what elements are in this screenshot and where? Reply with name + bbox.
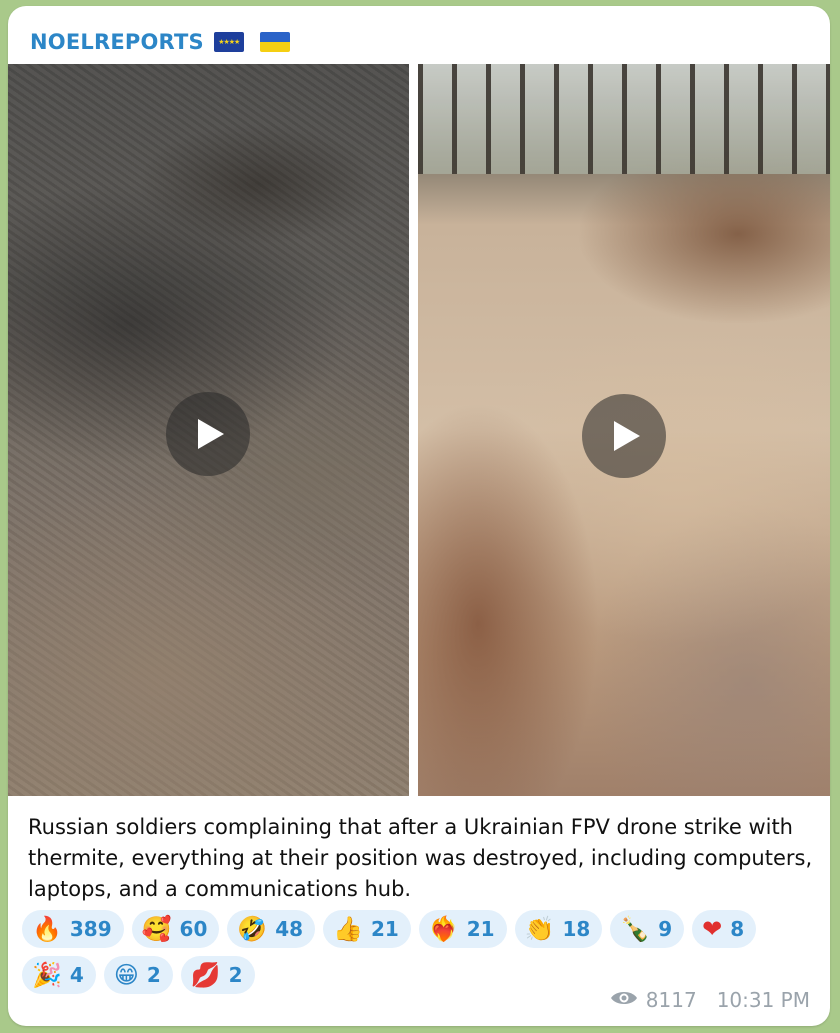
reaction-rofl[interactable]: 🤣 48 <box>227 910 316 948</box>
reaction-count: 4 <box>69 963 84 987</box>
ukraine-flag-icon <box>259 32 290 52</box>
eye-icon <box>610 988 638 1012</box>
reaction-count: 48 <box>275 917 304 941</box>
heart-on-fire-icon: ❤‍🔥 <box>428 915 459 943</box>
reaction-thumbs-up[interactable]: 👍 21 <box>323 910 411 948</box>
channel-header[interactable]: NOELREPORTS ★★★★ <box>30 24 290 60</box>
reaction-count: 21 <box>371 917 399 941</box>
reaction-party[interactable]: 🎉 4 <box>22 956 96 994</box>
eu-flag-icon: ★★★★ <box>213 32 244 52</box>
reaction-count: 2 <box>228 963 243 987</box>
message-meta: 8117 10:31 PM <box>610 984 810 1016</box>
message-caption: Russian soldiers complaining that after … <box>28 815 813 901</box>
smiling-face-hearts-icon: 🥰 <box>141 915 172 943</box>
party-popper-icon: 🎉 <box>32 961 62 989</box>
play-icon[interactable] <box>166 392 250 476</box>
reaction-count: 8 <box>730 917 745 941</box>
channel-name[interactable]: NOELREPORTS <box>30 30 204 54</box>
play-icon[interactable] <box>582 394 666 478</box>
reaction-kiss[interactable]: 💋 2 <box>180 956 255 994</box>
reaction-heart[interactable]: ❤ 8 <box>692 910 757 948</box>
grinning-face-icon: 😁 <box>113 961 139 989</box>
rofl-icon: 🤣 <box>237 915 268 943</box>
reaction-count: 9 <box>658 917 673 941</box>
reaction-champagne[interactable]: 🍾 9 <box>610 910 685 948</box>
clapping-hands-icon: 👏 <box>524 915 555 943</box>
thumbs-up-icon: 👍 <box>333 915 363 943</box>
champagne-icon: 🍾 <box>620 915 651 943</box>
reaction-smiling-hearts[interactable]: 🥰 60 <box>131 910 220 948</box>
thumbnail-trees <box>418 64 830 174</box>
message-time: 10:31 PM <box>716 988 810 1012</box>
video-thumbnail-right[interactable] <box>418 64 830 796</box>
reaction-count: 389 <box>69 917 112 941</box>
reaction-count: 18 <box>562 917 591 941</box>
reaction-grin[interactable]: 😁 2 <box>103 956 173 994</box>
reaction-count: 21 <box>466 917 495 941</box>
reaction-clap[interactable]: 👏 18 <box>514 910 603 948</box>
video-thumbnail-left[interactable] <box>8 64 409 796</box>
reaction-heart-fire[interactable]: ❤‍🔥 21 <box>418 910 507 948</box>
view-count: 8117 <box>645 988 697 1012</box>
kiss-mark-icon: 💋 <box>190 961 221 989</box>
reaction-count: 60 <box>179 917 208 941</box>
fire-icon: 🔥 <box>32 915 62 943</box>
message-bubble: NOELREPORTS ★★★★ Russian soldiers compla… <box>8 6 830 1026</box>
reaction-fire[interactable]: 🔥 389 <box>22 910 124 948</box>
reactions-bar: 🔥 389 🥰 60 🤣 48 👍 21 ❤‍🔥 21 👏 18 🍾 9 ❤ 8 🎉 4 😁 2 💋… <box>22 910 822 994</box>
reaction-count: 2 <box>146 963 161 987</box>
red-heart-icon: ❤ <box>702 915 723 943</box>
